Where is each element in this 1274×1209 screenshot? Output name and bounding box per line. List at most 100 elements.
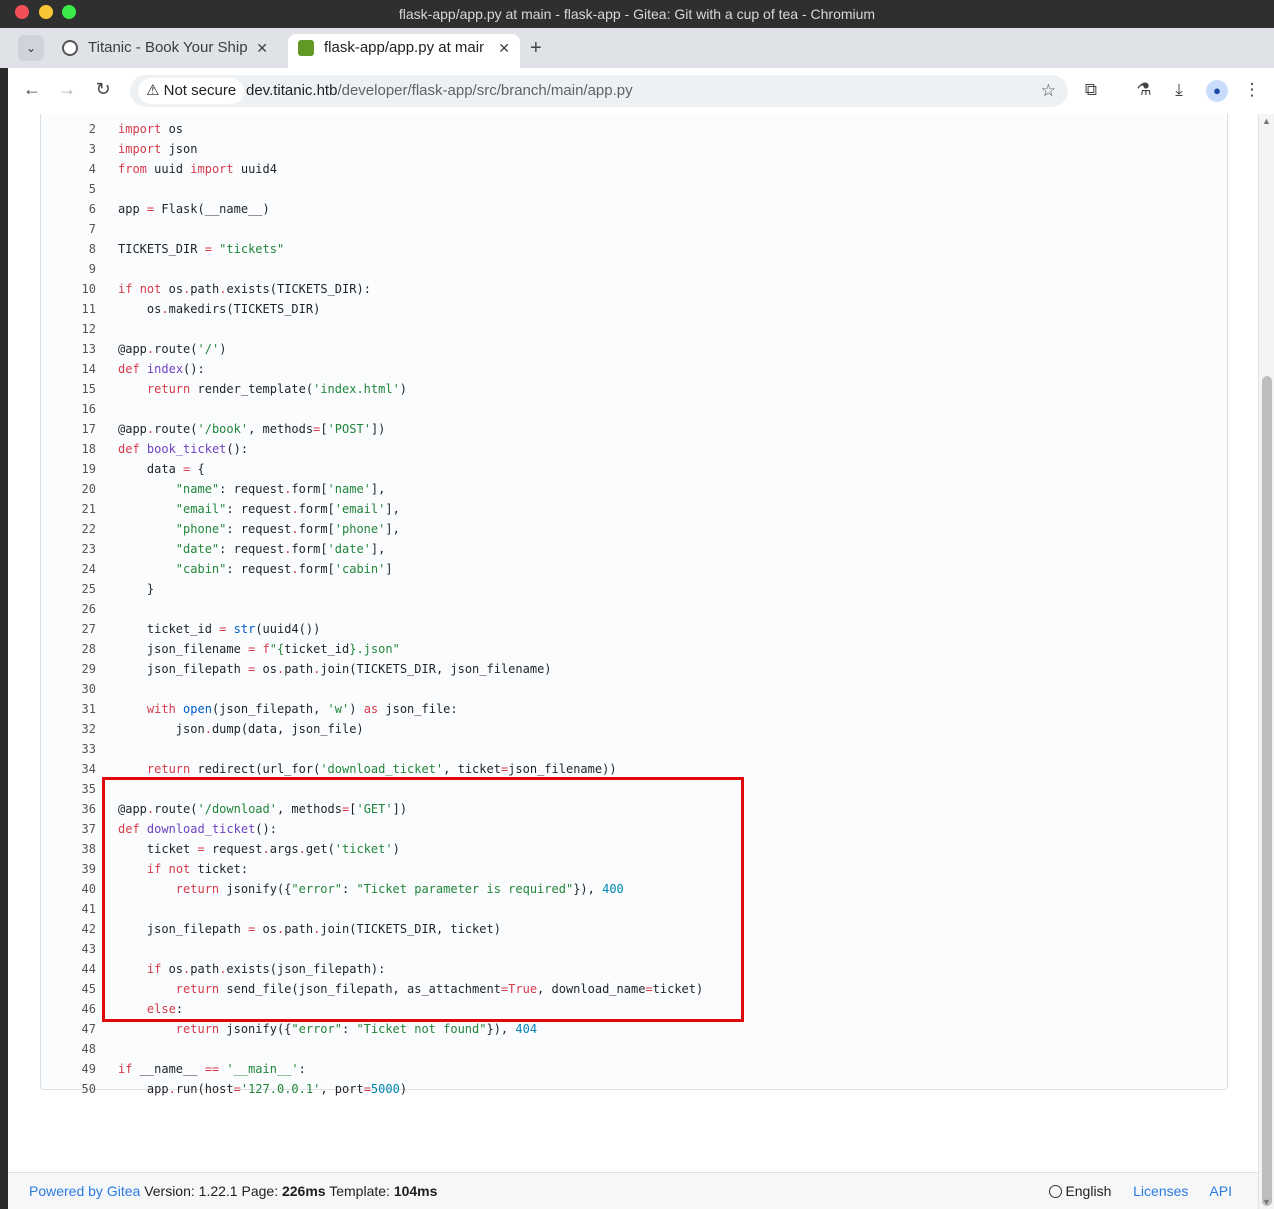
menu-kebab-icon[interactable]: ⋮ <box>1241 80 1263 100</box>
line-number[interactable]: 2 <box>41 119 96 139</box>
url-text[interactable]: dev.titanic.htb/developer/flask-app/src/… <box>246 75 633 107</box>
line-number[interactable]: 28 <box>41 639 96 659</box>
warning-icon: ⚠ <box>146 82 160 99</box>
line-number[interactable]: 42 <box>41 919 96 939</box>
language-selector[interactable]: English <box>1049 1183 1111 1199</box>
line-number[interactable]: 21 <box>41 499 96 519</box>
line-number[interactable]: 6 <box>41 199 96 219</box>
code-token: (): <box>226 442 249 456</box>
tab-flask-app[interactable]: flask-app/app.py at main ✕ <box>288 34 520 68</box>
line-number[interactable]: 37 <box>41 819 96 839</box>
scroll-up-arrow-icon[interactable]: ▲ <box>1262 116 1271 126</box>
line-number[interactable]: 46 <box>41 999 96 1019</box>
code-token: . <box>168 1082 176 1096</box>
line-number[interactable]: 20 <box>41 479 96 499</box>
line-number[interactable]: 12 <box>41 319 96 339</box>
line-number[interactable]: 47 <box>41 1019 96 1039</box>
code-token: 'cabin' <box>334 562 386 576</box>
line-number[interactable]: 24 <box>41 559 96 579</box>
code-token: == <box>204 1062 220 1076</box>
line-number[interactable]: 45 <box>41 979 96 999</box>
line-number[interactable]: 30 <box>41 679 96 699</box>
code-token: (): <box>183 362 205 376</box>
line-number[interactable]: 27 <box>41 619 96 639</box>
licenses-link[interactable]: Licenses <box>1133 1183 1188 1199</box>
tab-search-button[interactable]: ⌄ <box>18 35 44 61</box>
line-number[interactable]: 16 <box>41 399 96 419</box>
line-number[interactable]: 11 <box>41 299 96 319</box>
line-number[interactable]: 31 <box>41 699 96 719</box>
code-token: ], <box>385 502 400 516</box>
line-number[interactable]: 13 <box>41 339 96 359</box>
download-icon[interactable]: ⤓ <box>1168 80 1190 100</box>
line-number[interactable]: 35 <box>41 779 96 799</box>
tab-titanic[interactable]: Titanic - Book Your Ship T ✕ <box>52 34 278 68</box>
line-number[interactable]: 23 <box>41 539 96 559</box>
line-number[interactable]: 5 <box>41 179 96 199</box>
close-tab-icon[interactable]: ✕ <box>498 34 510 62</box>
address-bar[interactable]: ⚠ Not secure dev.titanic.htb/developer/f… <box>130 75 1068 107</box>
line-number[interactable]: 25 <box>41 579 96 599</box>
line-number[interactable]: 33 <box>41 739 96 759</box>
bookmark-star-icon[interactable]: ☆ <box>1041 81 1056 101</box>
line-number[interactable]: 15 <box>41 379 96 399</box>
line-number[interactable]: 40 <box>41 879 96 899</box>
back-arrow-icon[interactable]: ← <box>20 79 44 100</box>
code-token: makedirs(TICKETS_DIR) <box>168 302 321 316</box>
language-label: English <box>1065 1183 1112 1199</box>
extensions-icon[interactable]: ⧉ <box>1080 80 1102 100</box>
line-number[interactable]: 19 <box>41 459 96 479</box>
api-link[interactable]: API <box>1209 1183 1232 1199</box>
code-text: if __name__ == '__main__': <box>118 1059 306 1079</box>
line-number[interactable]: 9 <box>41 259 96 279</box>
line-number[interactable]: 48 <box>41 1039 96 1059</box>
minimize-window-button[interactable] <box>39 5 53 19</box>
close-tab-icon[interactable]: ✕ <box>256 34 268 62</box>
line-number[interactable]: 43 <box>41 939 96 959</box>
line-number[interactable]: 26 <box>41 599 96 619</box>
line-number[interactable]: 4 <box>41 159 96 179</box>
line-number[interactable]: 49 <box>41 1059 96 1079</box>
line-number[interactable]: 36 <box>41 799 96 819</box>
profile-avatar-icon[interactable]: ● <box>1206 80 1228 102</box>
line-number[interactable]: 41 <box>41 899 96 919</box>
line-number[interactable]: 8 <box>41 239 96 259</box>
line-number[interactable]: 17 <box>41 419 96 439</box>
scroll-down-arrow-icon[interactable]: ▼ <box>1262 1197 1271 1207</box>
code-token: redirect(url_for( <box>190 762 321 776</box>
reload-icon[interactable]: ↻ <box>91 79 115 100</box>
line-number[interactable]: 50 <box>41 1079 96 1099</box>
line-number[interactable]: 39 <box>41 859 96 879</box>
line-number[interactable]: 3 <box>41 139 96 159</box>
line-number[interactable]: 14 <box>41 359 96 379</box>
line-number[interactable]: 32 <box>41 719 96 739</box>
version-label: Version: <box>144 1183 195 1199</box>
code-text: return jsonify({"error": "Ticket not fou… <box>118 1019 537 1039</box>
code-token: json_filename <box>118 642 249 656</box>
line-number[interactable]: 7 <box>41 219 96 239</box>
line-number[interactable]: 10 <box>41 279 96 299</box>
code-text: return redirect(url_for('download_ticket… <box>118 759 617 779</box>
close-window-button[interactable] <box>15 5 29 19</box>
line-number[interactable]: 38 <box>41 839 96 859</box>
line-number[interactable]: 18 <box>41 439 96 459</box>
powered-by-gitea-link[interactable]: Powered by Gitea <box>29 1183 140 1199</box>
line-number[interactable]: 44 <box>41 959 96 979</box>
line-number[interactable]: 22 <box>41 519 96 539</box>
line-number[interactable]: 34 <box>41 759 96 779</box>
new-tab-button[interactable]: + <box>530 36 542 60</box>
code-token: , methods <box>248 422 314 436</box>
site-info-chip[interactable]: ⚠ Not secure <box>138 78 245 104</box>
code-token: 'email' <box>334 502 386 516</box>
code-token: '/' <box>197 342 220 356</box>
code-token: 'index.html' <box>313 382 400 396</box>
code-token: "{ <box>269 642 285 656</box>
forward-arrow-icon[interactable]: → <box>55 79 79 100</box>
maximize-window-button[interactable] <box>62 5 76 19</box>
labs-flask-icon[interactable]: ⚗ <box>1133 80 1155 100</box>
line-number[interactable]: 29 <box>41 659 96 679</box>
page-scrollbar[interactable]: ▲ ▼ <box>1258 114 1274 1209</box>
scrollbar-thumb[interactable] <box>1262 376 1272 1206</box>
code-token: . <box>161 302 169 316</box>
